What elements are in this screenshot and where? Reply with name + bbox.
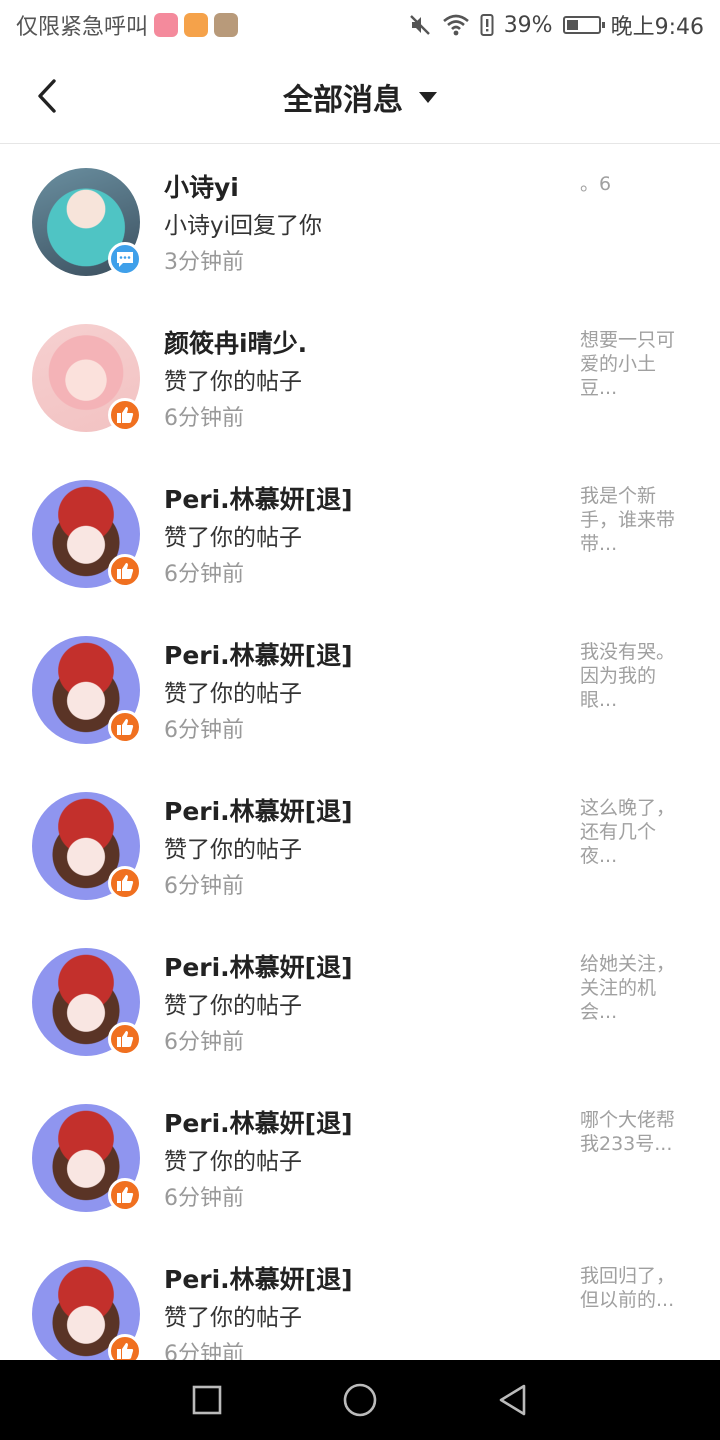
notification-text: 赞了你的帖子: [164, 681, 302, 707]
message-row[interactable]: Peri.林慕妍[退] 赞了你的帖子 6分钟前 这么晚了，还有几个夜...: [0, 768, 720, 924]
page-title: 全部消息: [283, 82, 403, 118]
timestamp: 6分钟前: [164, 1186, 244, 1211]
post-preview[interactable]: 我是个新手，谁来带带...: [580, 484, 690, 556]
like-badge: [108, 1178, 142, 1212]
notification-text: 赞了你的帖子: [164, 1305, 302, 1331]
sender-name[interactable]: 颜筱冉i晴少.: [164, 324, 307, 360]
timestamp: 6分钟前: [164, 1030, 244, 1055]
post-preview[interactable]: 。6: [580, 172, 690, 196]
mute-icon: [409, 15, 430, 35]
avatar-wrap[interactable]: [32, 168, 142, 276]
carrier-text: 仅限紧急呼叫: [16, 15, 149, 40]
message-row[interactable]: Peri.林慕妍[退] 赞了你的帖子 6分钟前 我是个新手，谁来带带...: [0, 456, 720, 612]
timestamp: 6分钟前: [164, 874, 244, 899]
message-list: 小诗yi 小诗yi回复了你 3分钟前 。6 颜筱冉i晴少. 赞了你的帖子 6分钟前 想要一只可…: [0, 144, 720, 1392]
thumbs-up-icon: [117, 1031, 134, 1047]
app-icon-3: [214, 13, 239, 37]
like-badge: [108, 1022, 142, 1056]
sender-name[interactable]: Peri.林慕妍[退]: [164, 1104, 353, 1140]
timestamp: 6分钟前: [164, 406, 244, 431]
thumbs-up-icon: [117, 875, 134, 891]
like-badge: [108, 554, 142, 588]
title-dropdown[interactable]: 全部消息: [283, 75, 437, 119]
app-icon-1: [154, 13, 179, 37]
status-left: 仅限紧急呼叫: [16, 9, 239, 41]
avatar-wrap[interactable]: [32, 1104, 142, 1212]
like-badge: [108, 710, 142, 744]
caret-down-icon: [419, 92, 437, 103]
app-icon-2: [184, 13, 209, 37]
message-row[interactable]: Peri.林慕妍[退] 赞了你的帖子 6分钟前 哪个大佬帮我233号...: [0, 1080, 720, 1236]
sender-name[interactable]: Peri.林慕妍[退]: [164, 636, 353, 672]
thumbs-up-icon: [117, 719, 134, 735]
message-row[interactable]: Peri.林慕妍[退] 赞了你的帖子 6分钟前 给她关注，关注的机会...: [0, 924, 720, 1080]
notification-text: 小诗yi回复了你: [164, 213, 323, 239]
header: 全部消息: [0, 50, 720, 144]
home-circle-icon: [343, 1383, 377, 1417]
timestamp: 6分钟前: [164, 718, 244, 743]
timestamp: 3分钟前: [164, 250, 244, 275]
avatar-wrap[interactable]: [32, 948, 142, 1056]
status-bar: 仅限紧急呼叫 39% 晚上9:46: [0, 0, 720, 50]
battery-icon: [562, 16, 605, 34]
post-preview[interactable]: 哪个大佬帮我233号...: [580, 1108, 690, 1156]
message-row[interactable]: Peri.林慕妍[退] 赞了你的帖子 6分钟前 我没有哭。因为我的眼...: [0, 612, 720, 768]
thumbs-up-icon: [117, 1187, 134, 1203]
timestamp: 6分钟前: [164, 562, 244, 587]
like-badge: [108, 398, 142, 432]
avatar-wrap[interactable]: [32, 480, 142, 588]
navigation-bar: [0, 1360, 720, 1440]
notification-text: 赞了你的帖子: [164, 993, 302, 1019]
sender-name[interactable]: 小诗yi: [164, 168, 239, 204]
post-preview[interactable]: 这么晚了，还有几个夜...: [580, 796, 690, 868]
battery-percent: 39%: [503, 12, 553, 38]
battery-alert-icon: [480, 14, 494, 36]
notification-text: 赞了你的帖子: [164, 1149, 302, 1175]
wifi-icon: [442, 14, 469, 36]
clock: 晚上9:46: [610, 15, 704, 40]
like-badge: [108, 866, 142, 900]
sender-name[interactable]: Peri.林慕妍[退]: [164, 480, 353, 516]
avatar-wrap[interactable]: [32, 636, 142, 744]
post-preview[interactable]: 想要一只可爱的小土豆...: [580, 328, 690, 400]
reply-badge: [108, 242, 142, 276]
message-row[interactable]: 颜筱冉i晴少. 赞了你的帖子 6分钟前 想要一只可爱的小土豆...: [0, 300, 720, 456]
status-right: 39% 晚上9:46: [408, 9, 704, 41]
back-triangle-icon: [500, 1384, 526, 1416]
post-preview[interactable]: 我回归了，但以前的...: [580, 1264, 690, 1312]
sender-name[interactable]: Peri.林慕妍[退]: [164, 1260, 353, 1296]
screen: 仅限紧急呼叫 39% 晚上9:46 全部消息 小诗yi 小诗yi回复了你 3分钟…: [0, 0, 720, 1440]
home-button[interactable]: [330, 1370, 390, 1430]
nav-back-button[interactable]: [483, 1370, 543, 1430]
chat-bubble-icon: [117, 252, 133, 267]
thumbs-up-icon: [117, 407, 134, 423]
post-preview[interactable]: 我没有哭。因为我的眼...: [580, 640, 690, 712]
notification-text: 赞了你的帖子: [164, 837, 302, 863]
sender-name[interactable]: Peri.林慕妍[退]: [164, 792, 353, 828]
avatar-wrap[interactable]: [32, 792, 142, 900]
message-row[interactable]: 小诗yi 小诗yi回复了你 3分钟前 。6: [0, 144, 720, 300]
notification-text: 赞了你的帖子: [164, 369, 302, 395]
recents-button[interactable]: [177, 1370, 237, 1430]
chevron-left-icon: [38, 79, 56, 113]
avatar-wrap[interactable]: [32, 324, 142, 432]
thumbs-up-icon: [117, 563, 134, 579]
battery-fill: [566, 20, 579, 30]
recents-square-icon: [192, 1385, 221, 1415]
back-button[interactable]: [24, 72, 70, 120]
notification-text: 赞了你的帖子: [164, 525, 302, 551]
post-preview[interactable]: 给她关注，关注的机会...: [580, 952, 690, 1024]
sender-name[interactable]: Peri.林慕妍[退]: [164, 948, 353, 984]
avatar-wrap[interactable]: [32, 1260, 142, 1368]
thumbs-up-icon: [117, 1343, 134, 1359]
